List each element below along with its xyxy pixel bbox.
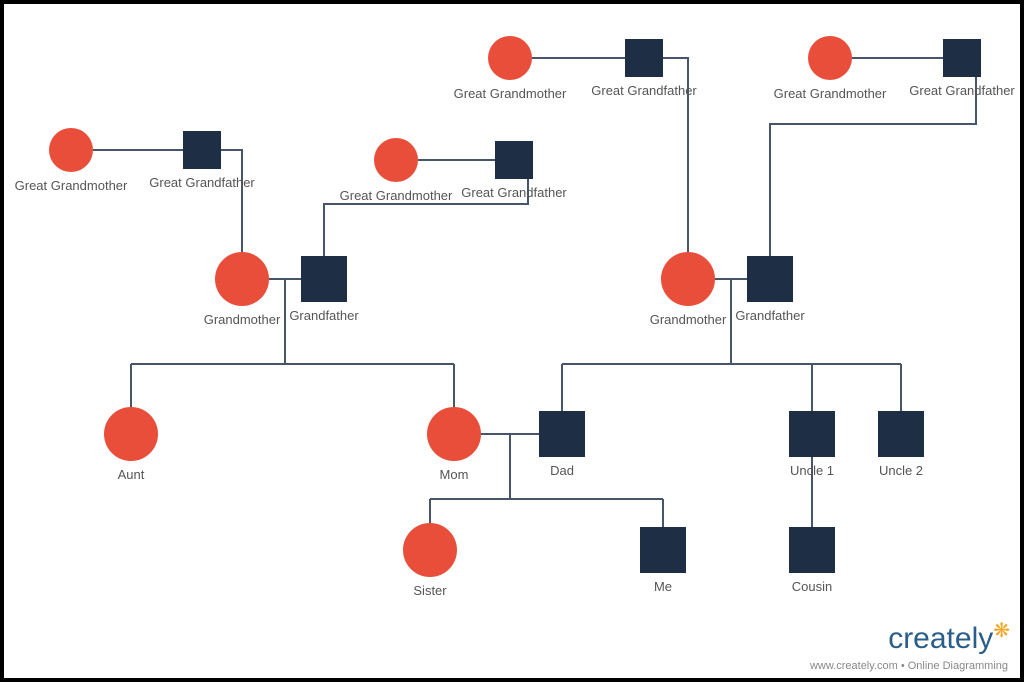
node-me xyxy=(640,527,686,573)
label-mom: Mom xyxy=(440,467,469,482)
label-gf2: Grandfather xyxy=(735,308,804,323)
label-ggf2: Great Grandfather xyxy=(461,185,567,200)
label-aunt: Aunt xyxy=(118,467,145,482)
node-u1 xyxy=(789,411,835,457)
label-gf1: Grandfather xyxy=(289,308,358,323)
label-ggf4: Great Grandfather xyxy=(909,83,1015,98)
node-gf1 xyxy=(301,256,347,302)
label-ggf1: Great Grandfather xyxy=(149,175,255,190)
label-ggm4: Great Grandmother xyxy=(774,86,887,101)
label-u2: Uncle 2 xyxy=(879,463,923,478)
footer-text: www.creately.com • Online Diagramming xyxy=(810,660,1008,672)
label-ggf3: Great Grandfather xyxy=(591,83,697,98)
node-mom xyxy=(427,407,481,461)
node-ggf1 xyxy=(183,131,221,169)
node-sister xyxy=(403,523,457,577)
genogram-svg xyxy=(4,4,1020,678)
node-aunt xyxy=(104,407,158,461)
node-ggm3 xyxy=(488,36,532,80)
label-ggm1: Great Grandmother xyxy=(15,178,128,193)
node-ggf4 xyxy=(943,39,981,77)
bulb-icon: ❋ xyxy=(993,620,1010,642)
label-gm2: Grandmother xyxy=(650,312,727,327)
node-u2 xyxy=(878,411,924,457)
label-cousin: Cousin xyxy=(792,579,832,594)
label-gm1: Grandmother xyxy=(204,312,281,327)
label-ggm2: Great Grandmother xyxy=(340,188,453,203)
node-ggf3 xyxy=(625,39,663,77)
node-cousin xyxy=(789,527,835,573)
label-sister: Sister xyxy=(413,583,446,598)
node-dad xyxy=(539,411,585,457)
label-dad: Dad xyxy=(550,463,574,478)
node-ggm1 xyxy=(49,128,93,172)
node-ggm2 xyxy=(374,138,418,182)
node-ggm4 xyxy=(808,36,852,80)
label-u1: Uncle 1 xyxy=(790,463,834,478)
label-ggm3: Great Grandmother xyxy=(454,86,567,101)
node-gm2 xyxy=(661,252,715,306)
brand-name: creately xyxy=(888,622,993,655)
brand-logo: creately❋ xyxy=(888,618,1010,656)
node-ggf2 xyxy=(495,141,533,179)
diagram-frame: { "colors":{"female":"#E94E3A","male":"#… xyxy=(0,0,1024,682)
node-gm1 xyxy=(215,252,269,306)
node-gf2 xyxy=(747,256,793,302)
label-me: Me xyxy=(654,579,672,594)
